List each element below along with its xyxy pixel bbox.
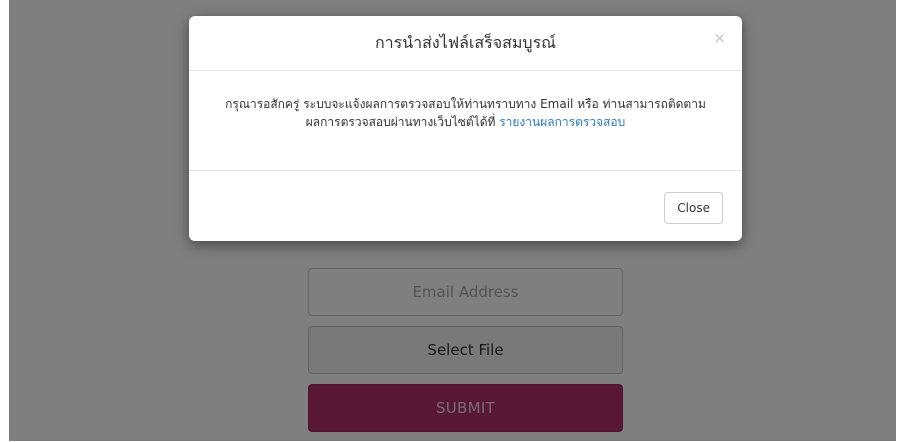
close-button[interactable]: Close — [664, 192, 723, 224]
right-gutter — [896, 0, 904, 441]
modal-footer: Close — [189, 171, 742, 241]
modal-title: การนำส่งไฟล์เสร็จสมบูรณ์ — [374, 32, 557, 52]
report-link[interactable]: รายงานผลการตรวจสอบ — [499, 115, 625, 129]
modal-body-line-1: กรุณารอสักครู่ ระบบจะแจ้งผลการตรวจสอบให้… — [225, 97, 706, 111]
modal-body-line-2-text: ผลการตรวจสอบผ่านทางเว็บไซต์ได้ที่ — [305, 115, 500, 129]
left-gutter — [0, 0, 9, 441]
close-icon[interactable]: × — [713, 29, 726, 47]
upload-complete-modal: การนำส่งไฟล์เสร็จสมบูรณ์ × กรุณารอสักครู… — [189, 16, 742, 241]
modal-header: การนำส่งไฟล์เสร็จสมบูรณ์ × — [189, 16, 742, 71]
modal-body-line-2: ผลการตรวจสอบผ่านทางเว็บไซต์ได้ที่ รายงาน… — [207, 113, 724, 131]
modal-body: กรุณารอสักครู่ ระบบจะแจ้งผลการตรวจสอบให้… — [189, 71, 742, 171]
